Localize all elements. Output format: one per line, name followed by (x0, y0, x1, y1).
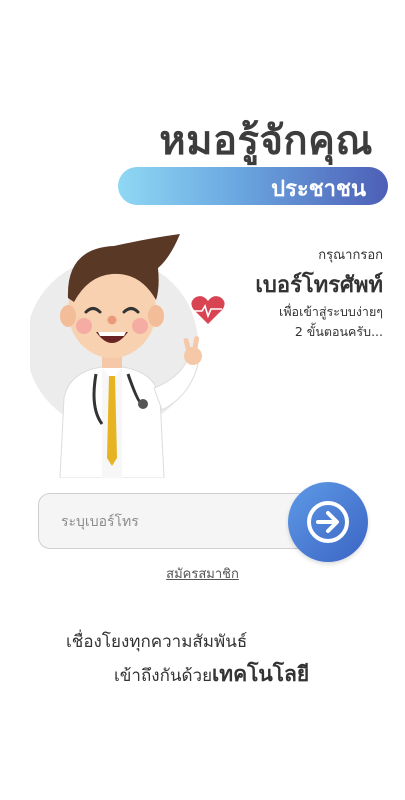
tagline-prefix: เข้าถึงกันด้วย (114, 666, 213, 686)
register-link-container: สมัครสมาชิก (0, 563, 405, 584)
tagline-line-1: เชื่องโยงทุกความสัมพันธ์ (66, 632, 248, 652)
doctor-illustration (30, 234, 202, 478)
app-title: หมอรู้จักคุณ (159, 118, 373, 164)
heart-pulse-icon (191, 296, 225, 324)
role-label: ประชาชน (271, 177, 366, 202)
instruction-text: กรุณากรอก เบอร์โทรศัพท์ เพื่อเข้าสู่ระบบ… (255, 244, 383, 342)
instruction-line-1: กรุณากรอก (318, 248, 383, 263)
phone-input[interactable] (59, 508, 283, 536)
register-link[interactable]: สมัครสมาชิก (166, 567, 239, 582)
arrow-right-circle-icon (307, 501, 349, 543)
role-banner: ประชาชน (118, 167, 388, 205)
instruction-line-3: เพื่อเข้าสู่ระบบง่ายๆ (279, 304, 383, 319)
instruction-phone-heading: เบอร์โทรศัพท์ (255, 273, 383, 298)
submit-button[interactable] (288, 482, 368, 562)
instruction-line-4: 2 ขั้นตอนครับ... (294, 324, 383, 339)
tagline-emphasis: เทคโนโลยี (212, 662, 310, 686)
tagline-line-2: เข้าถึงกันด้วยเทคโนโลยี (114, 658, 309, 691)
